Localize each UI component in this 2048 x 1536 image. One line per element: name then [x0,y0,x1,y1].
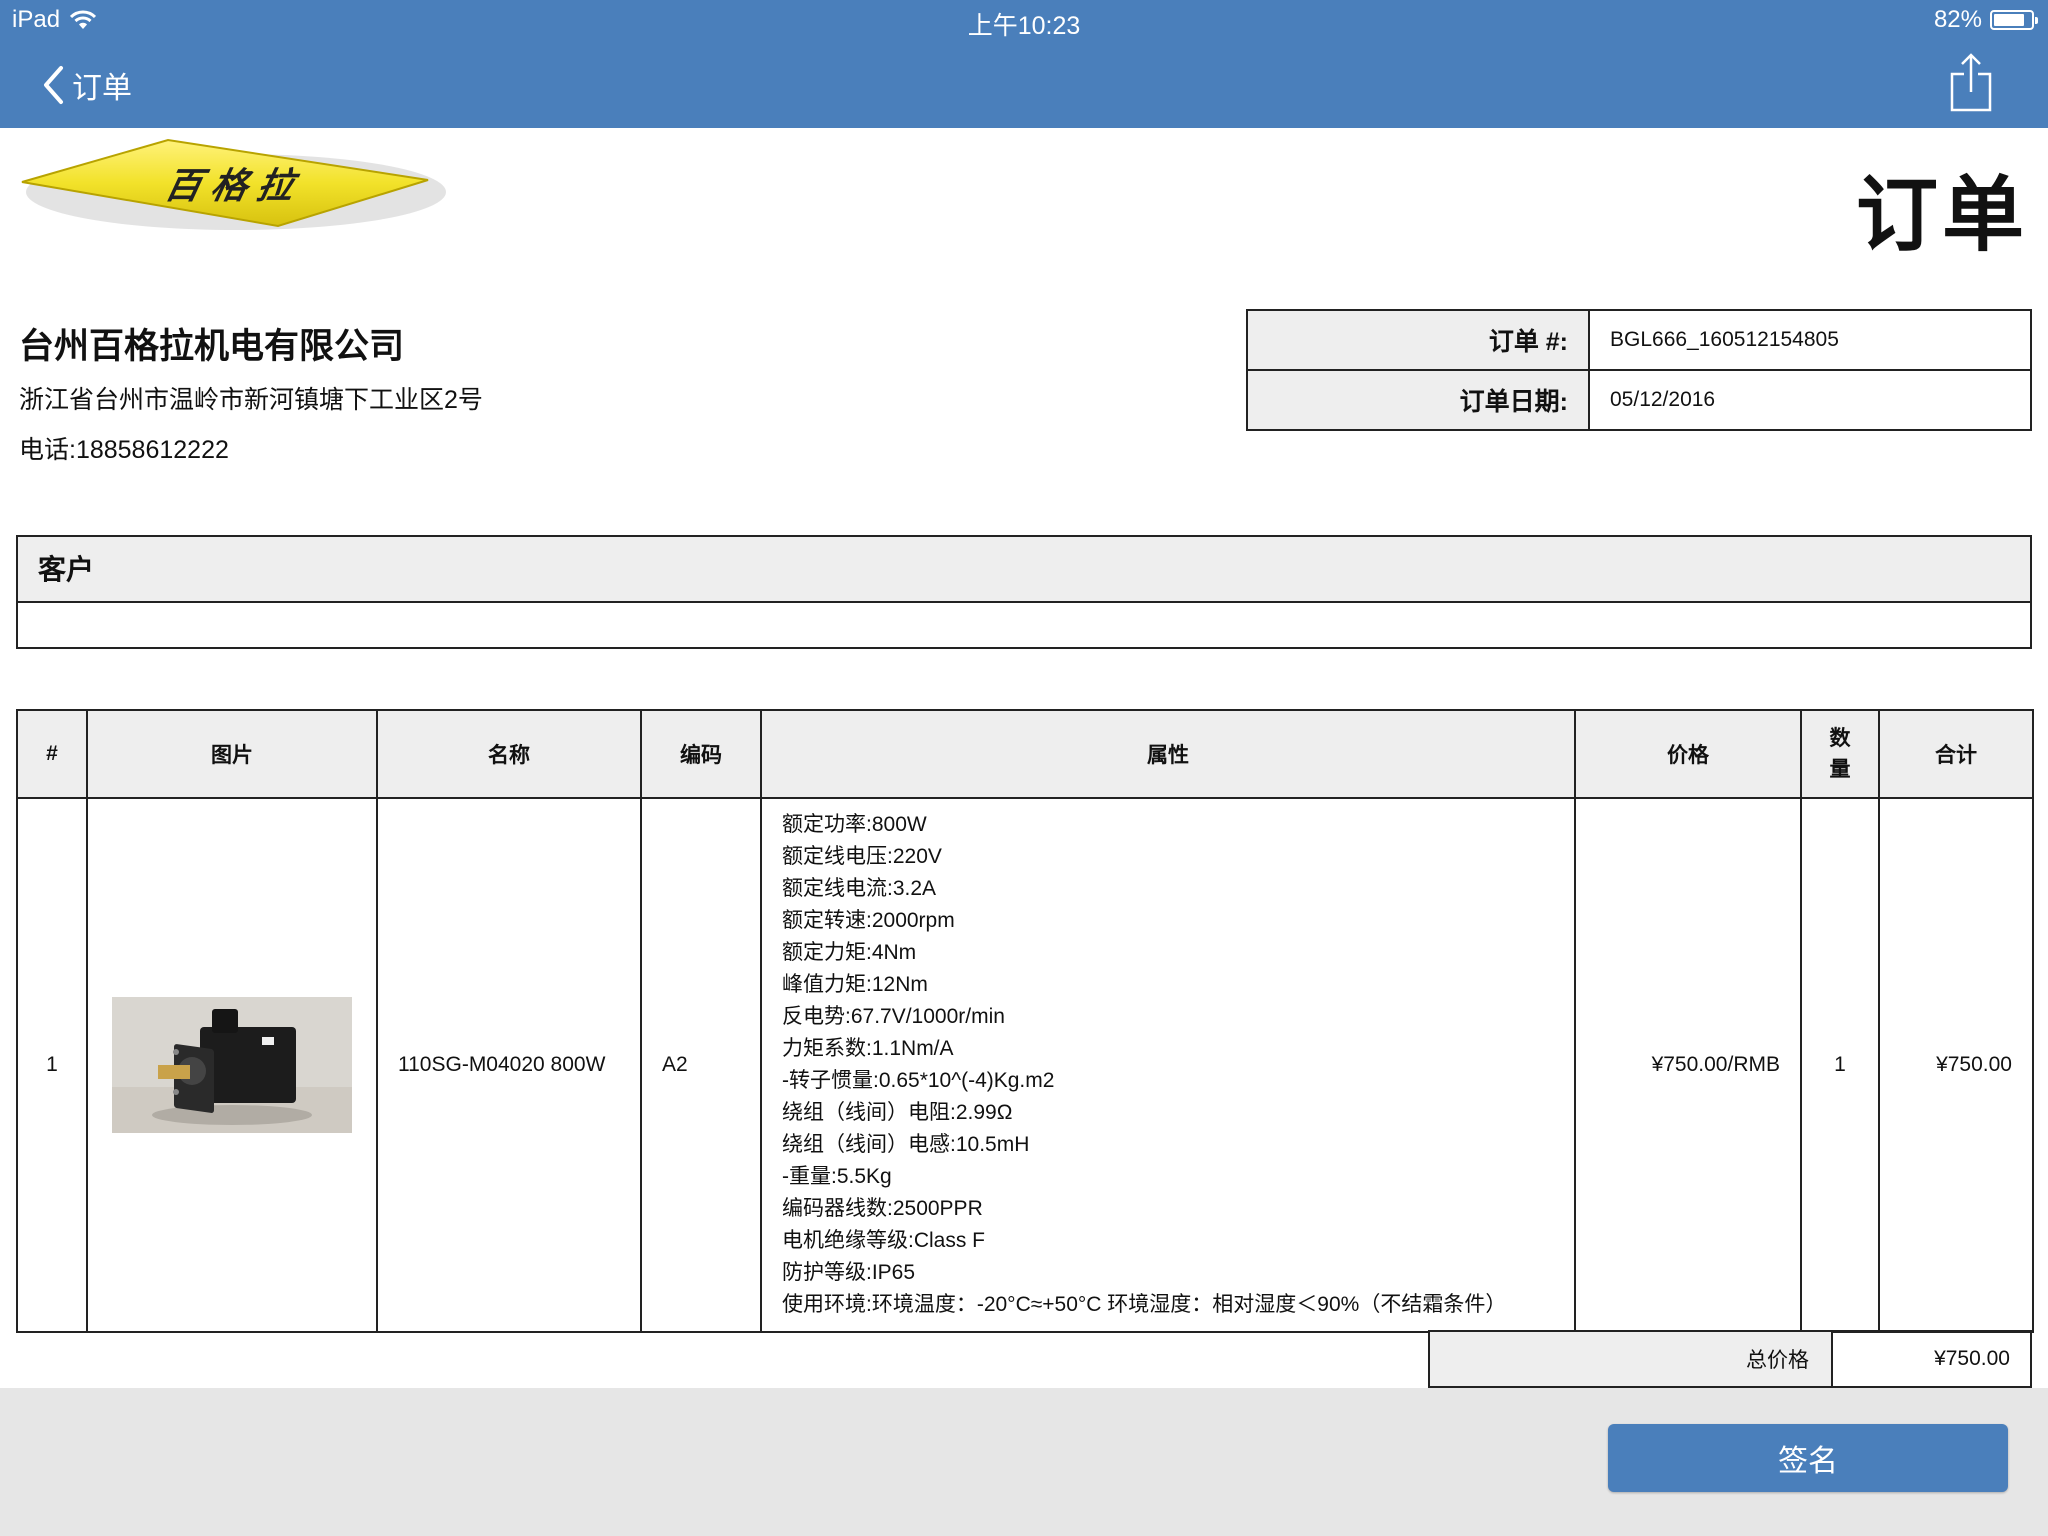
company-name: 台州百格拉机电有限公司 [19,327,405,366]
col-header-total: 合计 [1878,709,2034,799]
back-label: 订单 [72,72,132,105]
list-item: 绕组（线间）电感:10.5mH [782,1133,1030,1156]
company-address: 浙江省台州市温岭市新河镇塘下工业区2号 [19,386,483,414]
company-phone: 电话:18858612222 [19,436,229,464]
list-item: 额定线电压:220V [782,845,942,868]
total-row: 总价格 ¥750.00 [1428,1330,2032,1388]
col-header-qty-label: 数量 [1829,727,1851,781]
list-item: 额定力矩:4Nm [782,941,917,964]
table-row: 1 110SG-M04020 800W A2 额定功率:800W 额定线电压:2… [16,797,2034,1333]
sign-button[interactable]: 签名 [1608,1424,2008,1492]
order-date-row: 订单日期: 05/12/2016 [1246,369,2032,431]
items-table: # 图片 名称 编码 属性 价格 数量 合计 1 110SG-M04020 80… [16,709,2034,1333]
order-number-row: 订单 #: BGL666_160512154805 [1246,309,2032,371]
list-item: 电机绝缘等级:Class F [782,1229,986,1252]
list-item: 防护等级:IP65 [782,1261,916,1284]
total-table: 总价格 ¥750.00 [1428,1330,2032,1388]
list-item: 反电势:67.7V/1000r/min [782,1005,1005,1028]
order-number-value: BGL666_160512154805 [1588,309,2032,371]
list-item: 额定线电流:3.2A [782,877,937,900]
col-header-qty: 数量 [1800,709,1880,799]
back-button[interactable]: 订单 [42,60,132,110]
order-number-label: 订单 #: [1246,309,1590,371]
row-qty: 1 [1800,797,1880,1333]
list-item: -重量:5.5Kg [782,1165,892,1188]
chevron-left-icon [44,66,63,104]
total-label: 总价格 [1428,1330,1833,1388]
list-item: 编码器线数:2500PPR [782,1197,983,1220]
product-image [112,997,352,1133]
list-item: 力矩系数:1.1Nm/A [782,1037,954,1060]
share-icon [1950,53,1992,112]
row-attributes-cell: 额定功率:800W 额定线电压:220V 额定线电流:3.2A 额定转速:200… [760,797,1576,1333]
list-item: 额定功率:800W [782,813,927,836]
row-image-cell [86,797,378,1333]
order-date-label: 订单日期: [1246,369,1590,431]
list-item: 使用环境:环境温度：-20°C≈+50°C 环境湿度：相对湿度＜90%（不结霜条… [782,1293,1507,1316]
col-header-price: 价格 [1574,709,1802,799]
logo-text: 百格拉 [161,164,308,207]
total-value: ¥750.00 [1831,1330,2032,1388]
row-code: A2 [640,797,762,1333]
col-header-attributes: 属性 [760,709,1576,799]
customer-section: 客户 [16,535,2032,649]
row-price: ¥750.00/RMB [1574,797,1802,1333]
items-header-row: # 图片 名称 编码 属性 价格 数量 合计 [16,709,2034,799]
share-button[interactable] [1948,52,1994,112]
list-item: -转子惯量:0.65*10^(-4)Kg.m2 [782,1069,1055,1092]
company-logo: 百格拉 [21,138,446,230]
col-header-name: 名称 [376,709,642,799]
list-item: 额定转速:2000rpm [782,909,955,932]
col-header-image: 图片 [86,709,378,799]
battery-percent: 82% [1933,6,1982,33]
battery-icon [1990,10,2038,30]
col-header-num: # [16,709,88,799]
status-right: 82% [1933,6,2038,34]
row-total: ¥750.00 [1878,797,2034,1333]
customer-heading: 客户 [18,537,2030,603]
list-item: 绕组（线间）电阻:2.99Ω [782,1101,1013,1124]
document-title: 订单 [1855,170,2028,261]
order-meta-table: 订单 #: BGL666_160512154805 订单日期: 05/12/20… [1246,309,2032,431]
col-header-code: 编码 [640,709,762,799]
row-num: 1 [16,797,88,1333]
list-item: 峰值力矩:12Nm [782,973,928,996]
attribute-list: 额定功率:800W 额定线电压:220V 额定线电流:3.2A 额定转速:200… [762,809,1574,1321]
row-name: 110SG-M04020 800W [376,797,642,1333]
status-time: 上午10:23 [967,12,1081,40]
top-bar: iPad 上午10:23 82% 订单 [0,0,2048,128]
order-date-value: 05/12/2016 [1588,369,2032,431]
